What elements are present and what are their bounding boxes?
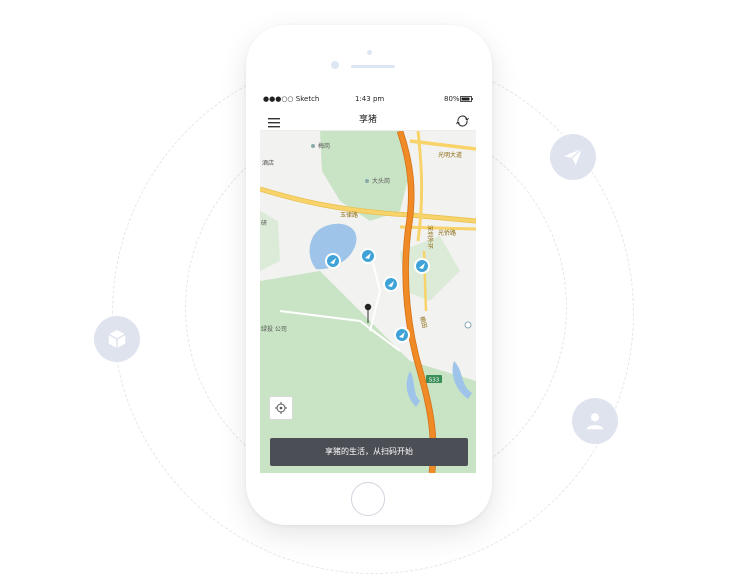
refresh-icon[interactable] bbox=[456, 112, 469, 127]
bike-pin[interactable] bbox=[383, 276, 399, 292]
map-label: 梅岗 bbox=[318, 142, 330, 150]
map-label: 研 bbox=[261, 220, 267, 227]
bike-pin[interactable] bbox=[414, 258, 430, 274]
battery-icon bbox=[460, 96, 473, 102]
battery-percent: 80% bbox=[444, 95, 460, 103]
phone-speaker bbox=[351, 65, 395, 68]
map-view[interactable]: S33 梅岗 大头岗 酒店 光明大道 光侨路 玉律路 深圳外环 粮田 研 绿投 … bbox=[260, 129, 476, 473]
locate-button[interactable] bbox=[269, 396, 293, 420]
map-canvas[interactable]: S33 梅岗 大头岗 酒店 光明大道 光侨路 玉律路 深圳外环 粮田 研 绿投 … bbox=[260, 129, 476, 473]
nav-bar: 享猪 bbox=[260, 106, 476, 131]
poi-dot bbox=[464, 321, 472, 329]
map-label: 酒店 bbox=[262, 159, 274, 167]
bike-pin[interactable] bbox=[394, 327, 410, 343]
phone-camera bbox=[331, 61, 339, 69]
paper-plane-icon bbox=[550, 134, 596, 180]
page-title: 享猪 bbox=[358, 115, 377, 125]
status-bar: ●●●○○ Sketch 1:43 pm 80% bbox=[260, 92, 476, 106]
app-screen: ●●●○○ Sketch 1:43 pm 80% 享猪 S33 梅岗 大头岗 酒… bbox=[260, 92, 476, 473]
poi-dot bbox=[311, 144, 315, 148]
map-label: 绿投 公司 bbox=[261, 325, 287, 333]
phone-sensor bbox=[367, 50, 372, 55]
bike-pin[interactable] bbox=[325, 253, 341, 269]
route-badge-label: S33 bbox=[429, 378, 440, 384]
cube-icon bbox=[94, 316, 140, 362]
scan-to-start-button[interactable]: 享猪的生活，从扫码开始 bbox=[270, 438, 468, 466]
map-label: 光明大道 bbox=[438, 151, 462, 159]
map-label: 大头岗 bbox=[372, 177, 390, 185]
home-button[interactable] bbox=[351, 482, 385, 516]
bike-pin[interactable] bbox=[360, 248, 376, 264]
carrier-signal: ●●●○○ Sketch bbox=[263, 95, 320, 103]
crosshair-icon bbox=[275, 402, 287, 414]
poi-dot bbox=[365, 179, 369, 183]
status-time: 1:43 pm bbox=[355, 95, 385, 103]
map-label: 光侨路 bbox=[438, 229, 456, 237]
map-label: 深圳外环 bbox=[426, 225, 434, 249]
user-icon bbox=[572, 398, 618, 444]
map-label: 玉律路 bbox=[340, 211, 358, 219]
